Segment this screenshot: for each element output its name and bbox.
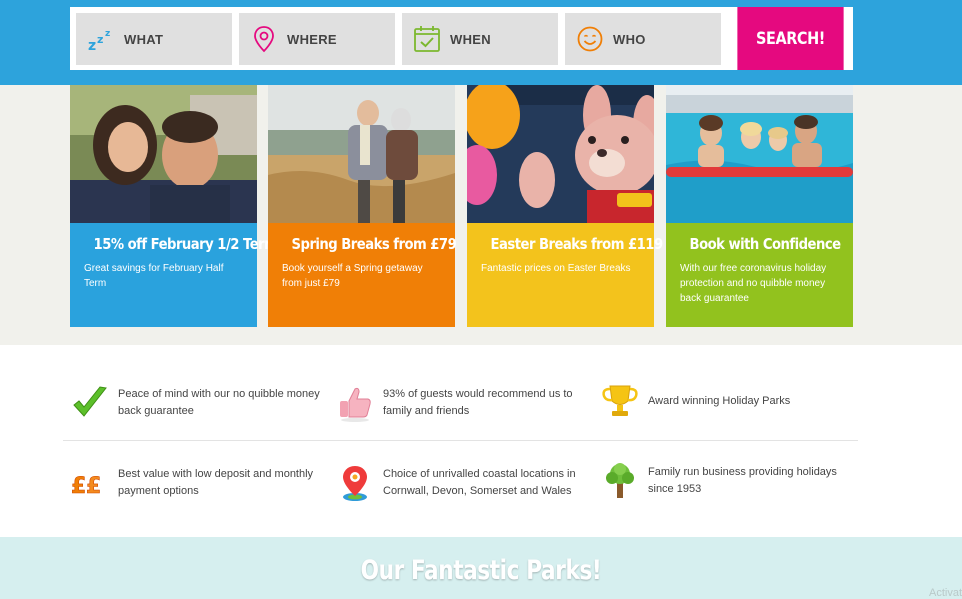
feature-text: Award winning Holiday Parks: [648, 394, 791, 407]
offer-photo-pool: [666, 85, 853, 223]
who-field[interactable]: WHO: [565, 13, 721, 65]
offer-card-february[interactable]: 15% off February 1/2 Term Great savings …: [70, 85, 278, 327]
zzz-icon: z z z: [86, 24, 116, 54]
feature-item: Award winning Holiday Parks: [600, 381, 858, 421]
where-label: WHERE: [287, 31, 337, 47]
who-label: WHO: [613, 31, 646, 47]
feature-item: £ £ Best value with low deposit and mont…: [70, 463, 328, 503]
offer-card-easter[interactable]: Easter Breaks from £119 Fantastic prices…: [467, 85, 664, 327]
offer-card-confidence[interactable]: Book with Confidence With our free coron…: [666, 85, 853, 327]
feature-item: Choice of unrivalled coastal locations i…: [335, 463, 593, 503]
svg-text:z: z: [105, 29, 110, 39]
parks-banner: Our Fantastic Parks! Activat: [0, 537, 962, 599]
location-pin-icon: [335, 463, 375, 503]
svg-text:z: z: [97, 33, 103, 46]
calendar-check-icon: [412, 24, 442, 54]
offer-photo-family: [70, 85, 257, 223]
feature-text: 93% of guests would recommend us to fami…: [383, 388, 573, 417]
offer-panel: Easter Breaks from £119 Fantastic prices…: [467, 223, 664, 327]
offer-title: 15% off February 1/2 Term: [93, 235, 278, 253]
search-button[interactable]: SEARCH!: [737, 7, 844, 70]
offer-panel: Book with Confidence With our free coron…: [666, 223, 853, 327]
feature-item: Family run business providing holidays s…: [600, 461, 858, 501]
divider: [63, 440, 858, 441]
offer-title: Book with Confidence: [689, 235, 842, 253]
feature-text: Best value with low deposit and monthly …: [118, 468, 314, 497]
svg-text:z: z: [88, 38, 96, 54]
checkmark-icon: [70, 383, 110, 423]
parks-title: Our Fantastic Parks!: [360, 555, 602, 586]
offer-photo-couple: [268, 85, 455, 223]
when-field[interactable]: WHEN: [402, 13, 558, 65]
trophy-icon: [600, 381, 640, 421]
offer-panel: Spring Breaks from £79 Book yourself a S…: [268, 223, 457, 327]
when-label: WHEN: [450, 31, 491, 47]
watermark: Activat: [928, 587, 962, 599]
map-pin-icon: [249, 24, 279, 54]
offer-description: Fantastic prices on Easter Breaks: [481, 263, 631, 274]
feature-text: Family run business providing holidays s…: [648, 466, 837, 495]
pound-coins-icon: £ £: [70, 463, 110, 503]
offer-description: Great savings for February Half Term: [84, 263, 224, 289]
search-bar: z z z WHAT WHERE WHEN WHO SEARCH!: [70, 7, 853, 70]
offer-description: With our free coronavirus holiday protec…: [680, 263, 827, 304]
feature-text: Peace of mind with our no quibble money …: [118, 388, 320, 417]
svg-text:£: £: [86, 474, 101, 499]
offer-panel: 15% off February 1/2 Term Great savings …: [70, 223, 278, 327]
feature-text: Choice of unrivalled coastal locations i…: [383, 468, 576, 497]
offer-card-spring[interactable]: Spring Breaks from £79 Book yourself a S…: [268, 85, 457, 327]
where-field[interactable]: WHERE: [239, 13, 395, 65]
tree-icon: [600, 461, 640, 501]
features-section: Peace of mind with our no quibble money …: [0, 345, 962, 537]
what-label: WHAT: [124, 31, 164, 47]
smiley-icon: [575, 24, 605, 54]
feature-item: 93% of guests would recommend us to fami…: [335, 383, 593, 423]
thumbs-up-icon: [335, 383, 375, 423]
what-field[interactable]: z z z WHAT: [76, 13, 232, 65]
offer-photo-mascot: [467, 85, 654, 223]
offer-title: Easter Breaks from £119: [490, 235, 664, 253]
feature-item: Peace of mind with our no quibble money …: [70, 383, 328, 423]
offer-description: Book yourself a Spring getaway from just…: [282, 263, 423, 289]
svg-text:£: £: [71, 474, 86, 499]
offer-title: Spring Breaks from £79: [291, 235, 457, 253]
